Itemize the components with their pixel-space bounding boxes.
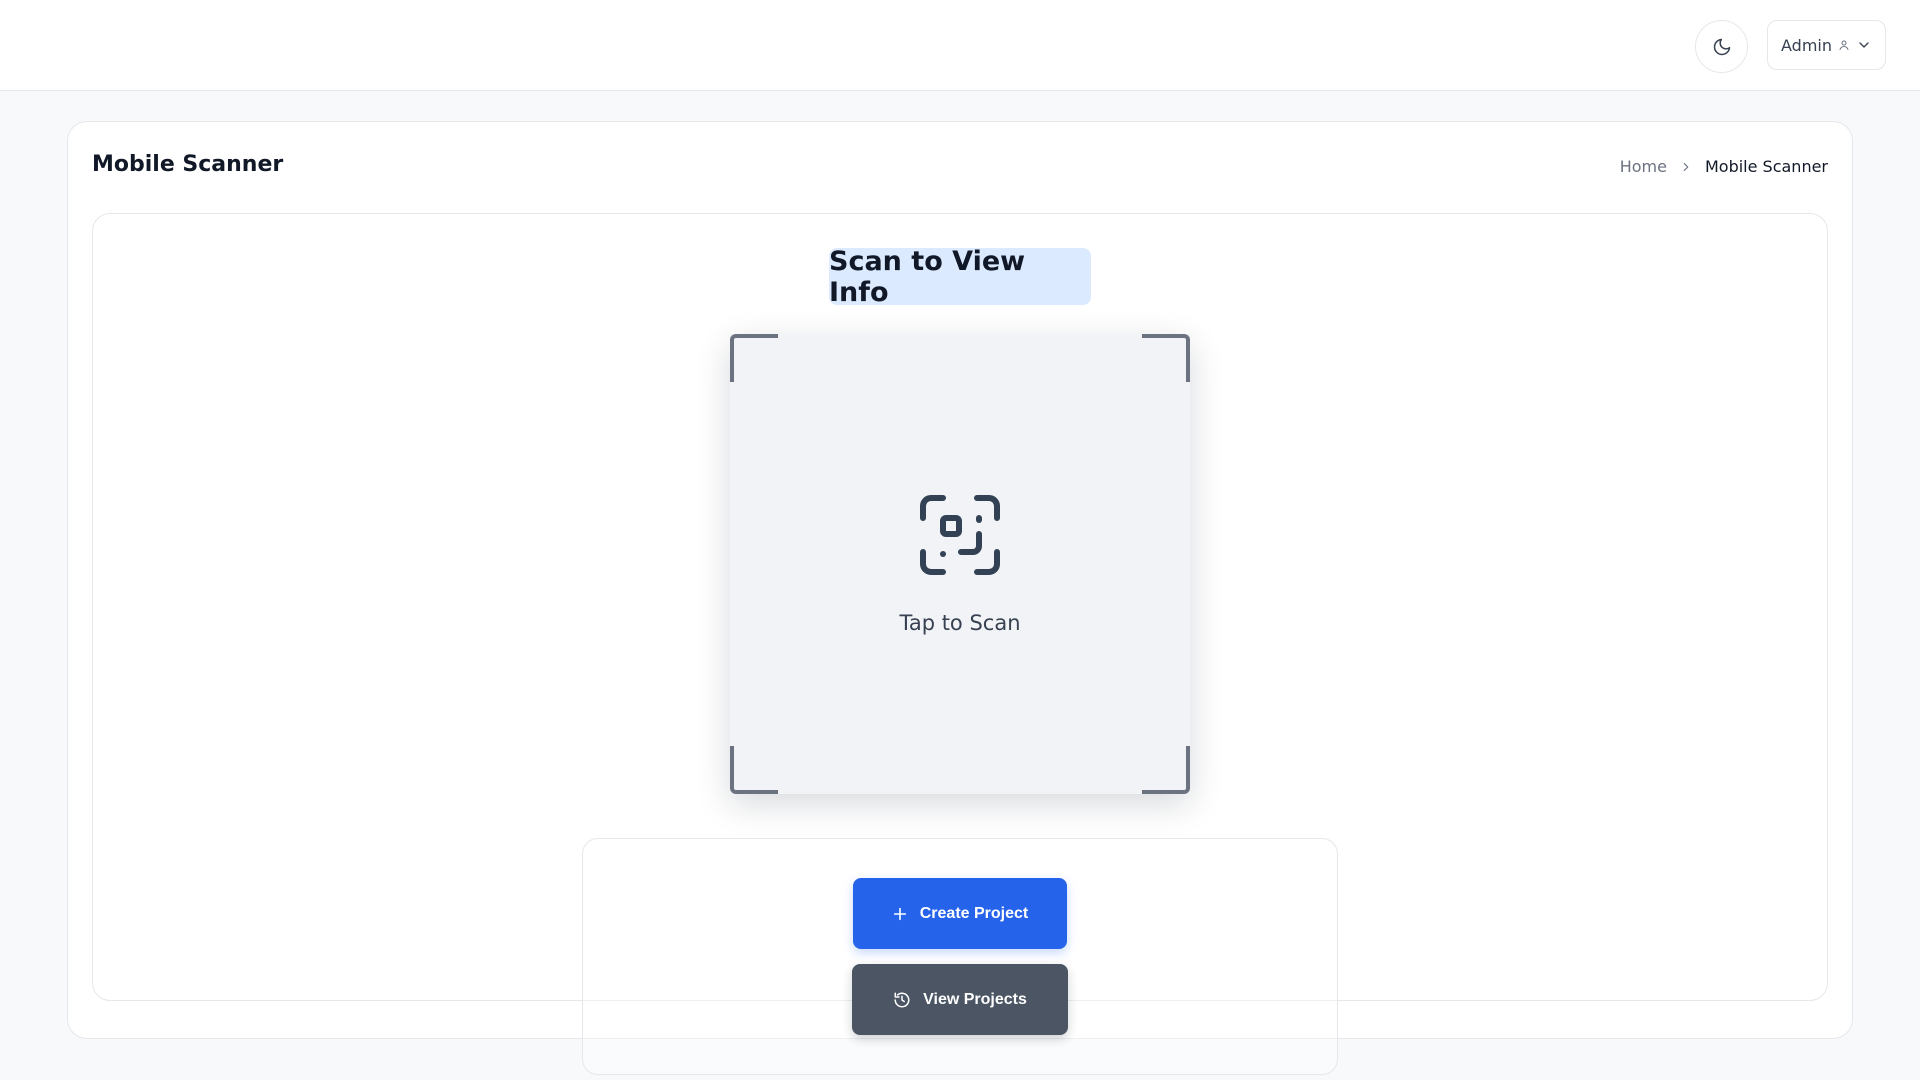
breadcrumb-home-link[interactable]: Home <box>1620 157 1667 176</box>
scan-heading: Scan to View Info <box>829 246 1091 308</box>
action-panel <box>582 838 1338 1075</box>
plus-icon <box>893 907 906 920</box>
user-menu-button[interactable]: Admin <box>1767 20 1886 70</box>
page-title: Mobile Scanner <box>92 152 284 177</box>
history-icon <box>894 992 910 1007</box>
chevron-right-icon <box>1683 162 1689 171</box>
scan-frame-corner-bottom-right <box>1142 746 1190 794</box>
chevron-down-icon <box>1859 42 1869 48</box>
user-icon <box>1839 40 1849 50</box>
scan-frame-corner-bottom-left <box>730 746 778 794</box>
create-project-button[interactable]: Create Project <box>853 878 1067 949</box>
user-name: Admin <box>1781 35 1832 55</box>
scan-frame-corner-top-left <box>730 334 778 382</box>
tap-to-scan-label: Tap to Scan <box>899 611 1021 635</box>
create-project-label: Create Project <box>919 904 1029 922</box>
breadcrumb: Home Mobile Scanner <box>1620 157 1828 176</box>
view-projects-label: View Projects <box>923 990 1027 1008</box>
view-projects-button[interactable]: View Projects <box>852 964 1068 1035</box>
theme-toggle-button[interactable] <box>1695 20 1748 73</box>
scan-area[interactable]: Tap to Scan <box>730 334 1190 794</box>
moon-icon <box>1713 38 1730 55</box>
scan-icon <box>920 495 1000 575</box>
breadcrumb-current: Mobile Scanner <box>1704 157 1828 176</box>
top-bar: Admin <box>0 0 1920 91</box>
scan-frame-corner-top-right <box>1142 334 1190 382</box>
